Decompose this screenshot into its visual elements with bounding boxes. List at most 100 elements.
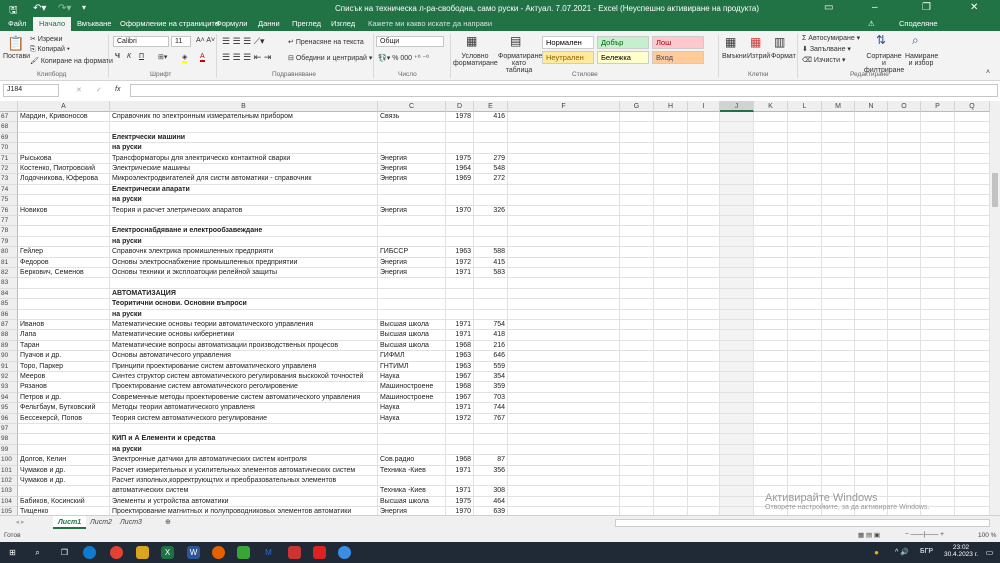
cell-A79[interactable] (18, 236, 110, 248)
cell-D70[interactable] (446, 143, 474, 154)
cell-B90[interactable]: Основы автоматичесого управления (110, 351, 378, 362)
cell-H73[interactable] (654, 174, 688, 185)
app-icon[interactable] (237, 546, 250, 559)
cell-Q86[interactable] (955, 309, 990, 320)
cell-K95[interactable] (754, 403, 788, 414)
cell-I70[interactable] (688, 143, 720, 154)
cell-C91[interactable]: ГНТИМЛ (378, 361, 446, 372)
cell-H98[interactable] (654, 434, 688, 445)
cell-C75[interactable] (378, 195, 446, 206)
cell-A72[interactable]: Костенко, Пиотровский (18, 164, 110, 175)
cell-I88[interactable] (688, 330, 720, 341)
cell-B69[interactable]: Електрчески машини (110, 132, 378, 144)
cell-I86[interactable] (688, 309, 720, 320)
cell-N99[interactable] (855, 444, 888, 456)
cell-M84[interactable] (822, 288, 855, 300)
cell-Q75[interactable] (955, 195, 990, 206)
cell-I103[interactable] (688, 486, 720, 497)
cell-F77[interactable] (508, 216, 620, 227)
cell-C88[interactable]: Высшая школа (378, 330, 446, 341)
row-header[interactable]: 67 (0, 112, 18, 123)
fill-button[interactable]: ⬇ Запълване ▾ (802, 45, 851, 53)
cell-I67[interactable] (688, 112, 720, 123)
cell-E67[interactable]: 416 (474, 112, 508, 123)
cell-style-3[interactable]: Неутрален (542, 51, 594, 64)
cell-K88[interactable] (754, 330, 788, 341)
cell-P82[interactable] (921, 268, 955, 279)
cell-Q101[interactable] (955, 465, 990, 476)
cell-I82[interactable] (688, 268, 720, 279)
cell-J71[interactable] (720, 153, 754, 164)
cell-Q93[interactable] (955, 382, 990, 393)
cell-B104[interactable]: Элементы и устройства автоматики (110, 496, 378, 508)
cell-H94[interactable] (654, 392, 688, 404)
cell-K75[interactable] (754, 195, 788, 206)
cell-G69[interactable] (620, 132, 654, 144)
cell-Q83[interactable] (955, 278, 990, 289)
cell-D83[interactable] (446, 278, 474, 289)
cell-C102[interactable] (378, 476, 446, 487)
cell-F72[interactable] (508, 164, 620, 175)
cell-N88[interactable] (855, 330, 888, 341)
share-button[interactable]: Споделяне (893, 17, 944, 31)
cell-N95[interactable] (855, 403, 888, 414)
cell-C71[interactable]: Энергия (378, 153, 446, 164)
cell-K86[interactable] (754, 309, 788, 320)
cell-P72[interactable] (921, 164, 955, 175)
row-header[interactable]: 92 (0, 372, 18, 383)
font-size-select[interactable]: 11 (171, 36, 191, 47)
cell-O75[interactable] (888, 195, 921, 206)
column-header-J[interactable]: J (720, 101, 754, 112)
format-as-table-button[interactable]: Форматиране като таблица (498, 53, 542, 74)
cell-G79[interactable] (620, 236, 654, 248)
cell-Q71[interactable] (955, 153, 990, 164)
italic-button[interactable]: К (127, 53, 131, 60)
cell-G77[interactable] (620, 216, 654, 227)
cell-F70[interactable] (508, 143, 620, 154)
cell-A102[interactable]: Чумаков и др. (18, 476, 110, 487)
cell-J67[interactable] (720, 112, 754, 123)
cell-P102[interactable] (921, 476, 955, 487)
cell-E99[interactable] (474, 444, 508, 456)
cell-A96[interactable]: Бессекерсй, Попов (18, 413, 110, 424)
cell-C67[interactable]: Связь (378, 112, 446, 123)
cell-P99[interactable] (921, 444, 955, 456)
cell-J89[interactable] (720, 340, 754, 352)
cell-P100[interactable] (921, 455, 955, 466)
cell-F67[interactable] (508, 112, 620, 123)
row-header[interactable]: 85 (0, 299, 18, 310)
cell-Q68[interactable] (955, 122, 990, 133)
row-header[interactable]: 80 (0, 247, 18, 258)
cell-I95[interactable] (688, 403, 720, 414)
cell-C74[interactable] (378, 184, 446, 196)
cell-B76[interactable]: Теория и расчет элетрических апаратов (110, 205, 378, 216)
cell-A80[interactable]: Гейлер (18, 247, 110, 258)
cell-A88[interactable]: Лапа (18, 330, 110, 341)
cell-K73[interactable] (754, 174, 788, 185)
word-icon[interactable]: W (187, 546, 200, 559)
autosum-button[interactable]: Σ Автосумиране ▾ (802, 34, 860, 42)
row-header[interactable]: 82 (0, 268, 18, 279)
delete-cells-button[interactable]: Изтрий (747, 53, 770, 60)
cell-K91[interactable] (754, 361, 788, 372)
cell-O95[interactable] (888, 403, 921, 414)
cell-A93[interactable]: Рязанов (18, 382, 110, 393)
cell-E83[interactable] (474, 278, 508, 289)
cell-B74[interactable]: Електрически апарати (110, 184, 378, 196)
cell-H80[interactable] (654, 247, 688, 258)
cell-O97[interactable] (888, 424, 921, 435)
excel-icon[interactable]: X (161, 546, 174, 559)
cell-H89[interactable] (654, 340, 688, 352)
cell-H105[interactable] (654, 507, 688, 515)
cell-P86[interactable] (921, 309, 955, 320)
cell-P89[interactable] (921, 340, 955, 352)
cell-B99[interactable]: на руски (110, 444, 378, 456)
cell-N97[interactable] (855, 424, 888, 435)
cell-F88[interactable] (508, 330, 620, 341)
cell-G75[interactable] (620, 195, 654, 206)
cell-E102[interactable] (474, 476, 508, 487)
cell-M79[interactable] (822, 236, 855, 248)
tab-view[interactable]: Изглед (325, 17, 361, 31)
cell-A70[interactable] (18, 143, 110, 154)
cell-K69[interactable] (754, 132, 788, 144)
